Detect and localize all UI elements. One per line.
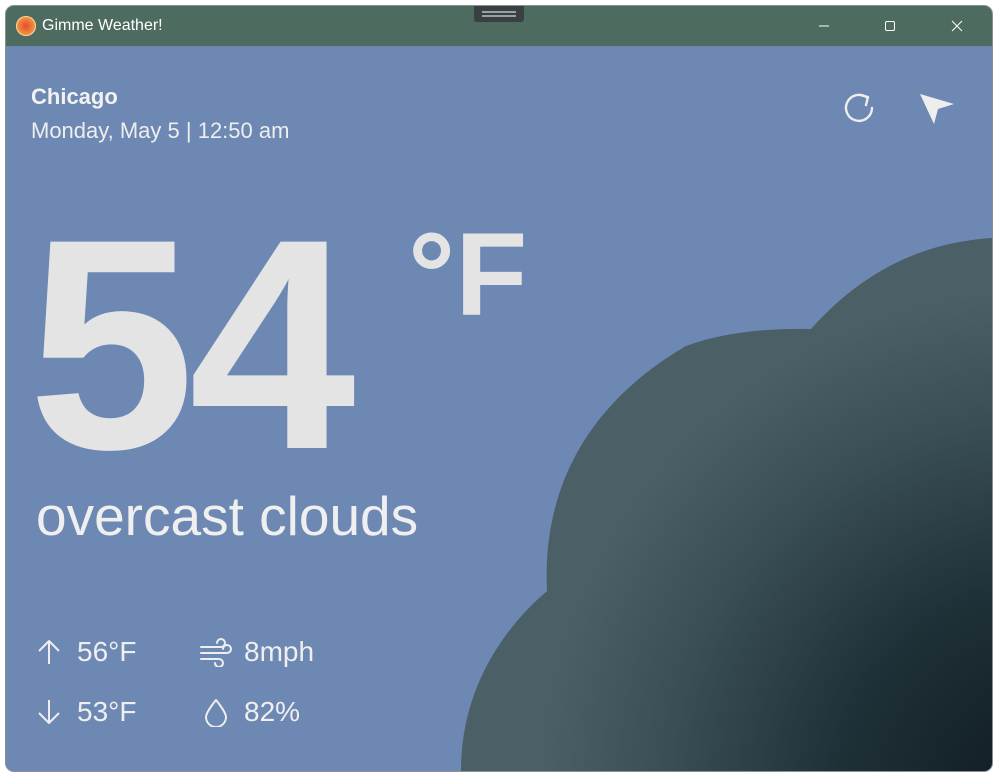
high-temp-stat: 56°F	[31, 632, 136, 672]
snap-layout-handle[interactable]	[474, 6, 524, 22]
window-title: Gimme Weather!	[42, 17, 163, 34]
maximize-button[interactable]	[867, 6, 913, 46]
weather-condition: overcast clouds	[36, 485, 419, 547]
temperature-unit: °F	[408, 209, 528, 341]
minimize-icon	[819, 25, 829, 27]
navigation-arrow-icon	[920, 94, 954, 124]
weather-content: Chicago Monday, May 5 | 12:50 am 54 °F o…	[6, 46, 992, 771]
minimize-button[interactable]	[801, 6, 847, 46]
current-location-button[interactable]	[914, 86, 958, 130]
low-temp-stat: 53°F	[31, 692, 136, 732]
wind-icon	[198, 634, 234, 670]
app-window: Gimme Weather! Chicago Monday, May 5 | 1…	[6, 6, 992, 771]
wind-value: 8mph	[244, 636, 315, 667]
city-name: Chicago	[31, 84, 118, 109]
humidity-stat: 82%	[198, 692, 300, 732]
arrow-down-icon	[31, 694, 67, 730]
maximize-icon	[885, 21, 895, 31]
temperature-value: 54	[28, 176, 356, 512]
title-bar[interactable]: Gimme Weather!	[6, 6, 992, 46]
refresh-button[interactable]	[838, 86, 882, 130]
water-drop-icon	[198, 694, 234, 730]
high-temp-value: 56°F	[77, 636, 137, 667]
low-temp-value: 53°F	[77, 696, 137, 727]
close-button[interactable]	[934, 6, 980, 46]
date-time: Monday, May 5 | 12:50 am	[31, 118, 290, 143]
wind-stat: 8mph	[198, 632, 314, 672]
close-icon	[951, 20, 963, 32]
refresh-icon	[844, 93, 874, 123]
humidity-value: 82%	[244, 696, 301, 727]
app-logo-icon	[16, 16, 36, 36]
arrow-up-icon	[31, 634, 67, 670]
